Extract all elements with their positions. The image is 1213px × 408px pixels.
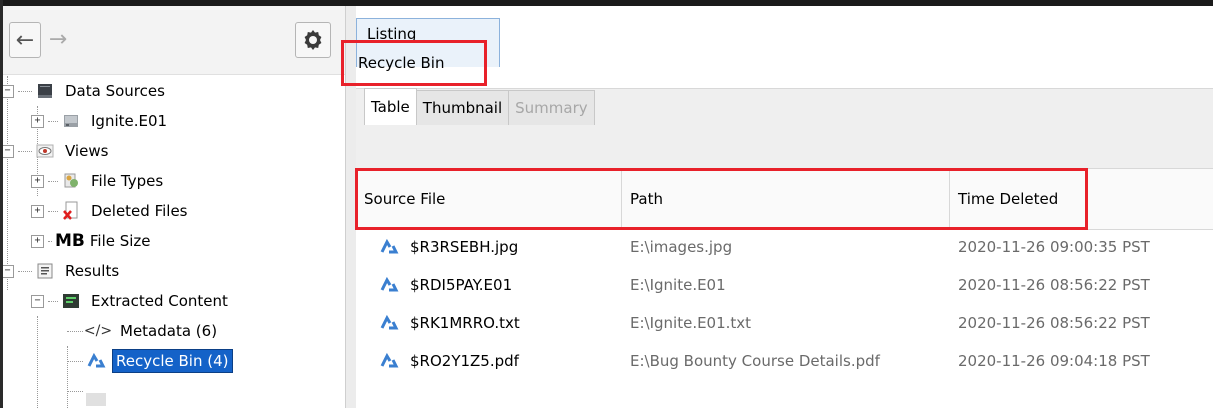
- source-file-cell: $RO2Y1Z5.pdf: [410, 352, 519, 370]
- table-header: Source File Path Time Deleted: [356, 168, 1213, 230]
- source-file-cell: $RK1MRRO.txt: [410, 314, 520, 332]
- tab-label: Table: [371, 98, 410, 116]
- collapse-toggle[interactable]: −: [3, 144, 14, 158]
- arrow-left-icon: ←: [15, 27, 35, 53]
- tree-item-label: Extracted Content: [91, 292, 228, 310]
- tree-item-label: Results: [65, 262, 120, 280]
- tree-item-label: Metadata (6): [120, 322, 218, 340]
- time-deleted-cell: 2020-11-26 08:56:22 PST: [958, 276, 1150, 294]
- collapse-toggle[interactable]: −: [31, 294, 44, 308]
- expand-toggle[interactable]: +: [31, 234, 44, 248]
- tree-item-deleted-files[interactable]: + Deleted Files: [31, 196, 188, 226]
- tree-item-file-types[interactable]: + File Types: [31, 166, 163, 196]
- arrow-right-icon: →: [48, 26, 68, 52]
- expand-toggle[interactable]: +: [31, 204, 44, 218]
- tab-label: Summary: [515, 99, 588, 117]
- tab-table[interactable]: Table: [364, 88, 417, 125]
- tree-item-recycle-bin[interactable]: Recycle Bin (4): [67, 346, 233, 376]
- column-header-time-deleted[interactable]: Time Deleted: [950, 169, 1213, 229]
- source-file-cell: $R3RSEBH.jpg: [410, 238, 519, 256]
- recycle-bin-icon: [380, 276, 399, 292]
- expand-toggle[interactable]: +: [31, 114, 44, 128]
- tree-item-views[interactable]: − Views: [3, 136, 108, 166]
- table-row[interactable]: $RK1MRRO.txt E:\Ignite.E01.txt 2020-11-2…: [356, 304, 1213, 342]
- disk-stack-icon: [35, 81, 55, 101]
- tree-item-label: File Types: [91, 172, 164, 190]
- document-icon: [86, 393, 106, 406]
- table-row[interactable]: $R3RSEBH.jpg E:\images.jpg 2020-11-26 09…: [356, 228, 1213, 266]
- tree-item-extracted-content[interactable]: − Extracted Content: [31, 286, 228, 316]
- tree-item-results[interactable]: − Results: [3, 256, 119, 286]
- disk-image-icon: [61, 111, 81, 131]
- column-header-source-file[interactable]: Source File: [356, 169, 622, 229]
- eye-icon: [35, 141, 55, 161]
- tab-summary: Summary: [508, 90, 595, 125]
- time-deleted-cell: 2020-11-26 09:00:35 PST: [958, 238, 1150, 256]
- tree-item-file-size[interactable]: + MB File Size: [31, 226, 151, 256]
- path-cell: E:\images.jpg: [630, 238, 733, 256]
- time-deleted-cell: 2020-11-26 09:04:18 PST: [958, 352, 1150, 370]
- gear-icon: [304, 30, 322, 50]
- file-types-icon: [61, 171, 81, 191]
- tree-item-ignite-e01[interactable]: + Ignite.E01: [31, 106, 167, 136]
- tree-item-label: Recycle Bin (4): [112, 349, 233, 373]
- expand-toggle[interactable]: +: [31, 174, 44, 188]
- time-deleted-cell: 2020-11-26 08:56:22 PST: [958, 314, 1150, 332]
- tree-item-label: File Size: [89, 232, 151, 250]
- path-cell: E:\Ignite.E01: [630, 276, 726, 294]
- settings-button[interactable]: [295, 22, 331, 58]
- tree-item-label: Data Sources: [65, 82, 165, 100]
- recycle-bin-icon: [86, 351, 106, 371]
- tree-item-partial: [67, 376, 116, 406]
- deleted-files-icon: [61, 201, 81, 221]
- table-row[interactable]: $RDI5PAY.E01 E:\Ignite.E01 2020-11-26 08…: [356, 266, 1213, 304]
- collapse-toggle[interactable]: −: [3, 84, 14, 98]
- file-size-icon: MB: [55, 231, 85, 251]
- tab-label: Thumbnail: [422, 99, 503, 117]
- table-row[interactable]: $RO2Y1Z5.pdf E:\Bug Bounty Course Detail…: [356, 342, 1213, 380]
- source-file-cell: $RDI5PAY.E01: [410, 276, 513, 294]
- tree-item-data-sources[interactable]: − Data Sources: [3, 76, 165, 106]
- nav-toolbar: ← →: [3, 6, 345, 75]
- column-header-path[interactable]: Path: [622, 169, 950, 229]
- viewer-subtabs: Table Thumbnail Summary: [364, 88, 595, 125]
- back-button[interactable]: ←: [9, 22, 41, 58]
- results-pane: Listing Recycle Bin Table Thumbnail Summ…: [356, 6, 1213, 408]
- tree-item-label: Ignite.E01: [91, 112, 168, 130]
- recycle-bin-icon: [380, 238, 399, 254]
- path-cell: E:\Ignite.E01.txt: [630, 314, 752, 332]
- metadata-icon: </>: [83, 323, 113, 339]
- extracted-content-icon: [61, 291, 81, 311]
- results-icon: [35, 261, 55, 281]
- tree-item-label: Deleted Files: [91, 202, 188, 220]
- result-title: Recycle Bin: [358, 54, 445, 72]
- tab-label: Listing: [367, 25, 417, 43]
- path-cell: E:\Bug Bounty Course Details.pdf: [630, 352, 880, 370]
- recycle-bin-icon: [380, 314, 399, 330]
- recycle-bin-icon: [380, 352, 399, 368]
- results-table: Source File Path Time Deleted $R3RSEBH.j…: [356, 168, 1213, 408]
- tab-thumbnail[interactable]: Thumbnail: [415, 90, 510, 125]
- tree-item-label: Views: [65, 142, 109, 160]
- tree-item-metadata[interactable]: </> Metadata (6): [67, 316, 217, 346]
- tree-pane: ← → − Data Sources + Ignite.E01 − Views …: [3, 6, 345, 408]
- forward-button[interactable]: →: [43, 22, 73, 56]
- collapse-toggle[interactable]: −: [3, 264, 14, 278]
